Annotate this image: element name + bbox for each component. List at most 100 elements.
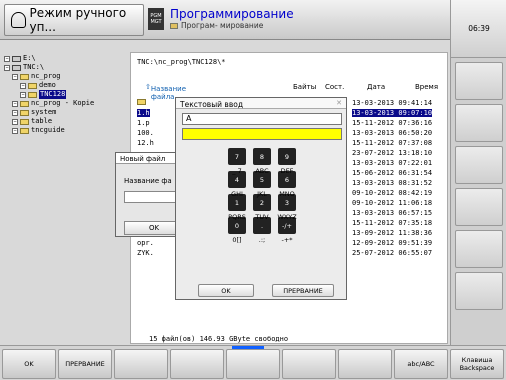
file-name-label: Название фа	[124, 177, 172, 185]
file-datetime: 09-10-2012 08:42:19	[352, 189, 433, 197]
tree-item[interactable]: − E:\	[4, 54, 124, 63]
folder-icon	[20, 100, 29, 107]
vertical-softkey-3[interactable]	[455, 146, 503, 184]
file-datetime: 15-11-2012 07:36:16	[352, 119, 433, 127]
file-name: 1.h	[137, 109, 150, 117]
file-datetime: 13-03-2013 09:07:10	[352, 109, 433, 117]
close-icon[interactable]: ✕	[336, 99, 342, 107]
text-input-dialog: Текстовый ввод ✕ A 7 8 9 4 5 6 1 2 3 0. -/+ _ 7 ABC D…	[175, 97, 347, 300]
column-bytes[interactable]: Байты	[293, 83, 316, 91]
tree-item[interactable]: − nc_prog - Kopie	[4, 99, 124, 108]
tree-item-label: table	[31, 117, 53, 125]
file-datetime: 13-03-2013 07:22:01	[352, 159, 433, 167]
tree-item[interactable]: − system	[4, 108, 124, 117]
expand-toggle-icon[interactable]: −	[4, 64, 10, 71]
tree-item-label: system	[31, 108, 57, 116]
file-datetime: 15-11-2012 07:37:08	[352, 139, 433, 147]
column-state[interactable]: Сост.	[325, 83, 344, 91]
mode-programming: PGM MGT Программирование Програм- мирова…	[148, 8, 294, 30]
tree-item[interactable]: − nc_prog	[4, 72, 124, 81]
softkey-4[interactable]	[170, 349, 224, 379]
clock: 06:39	[451, 0, 506, 58]
folder-icon	[28, 82, 37, 89]
folder-icon	[28, 91, 37, 98]
softkey-1[interactable]: OK	[2, 349, 56, 379]
tree-item-label: tncguide	[31, 126, 65, 134]
mode-programming-title: Программирование	[170, 7, 294, 21]
column-time[interactable]: Время	[415, 83, 438, 91]
expand-toggle-icon[interactable]: −	[20, 91, 26, 98]
softkey-7[interactable]	[338, 349, 392, 379]
mode-manual-button[interactable]: Режим ручного уп...	[4, 4, 144, 36]
tree-item[interactable]: − TNC128	[4, 90, 124, 99]
file-datetime: 15-06-2012 06:31:54	[352, 169, 433, 177]
tree-item[interactable]: − tncguide	[4, 126, 124, 135]
file-list-header: ⇧ Название файла Байты Сост. Дата Время	[131, 81, 449, 101]
file-datetime: 12-09-2012 09:51:39	[352, 239, 433, 247]
drive-icon	[12, 55, 21, 62]
file-name: opr.	[137, 239, 154, 247]
free-space-status: 15 файл(ов) 146.93 GByte свободно	[149, 335, 289, 343]
text-input-highlight	[182, 128, 342, 140]
file-datetime: 09-10-2012 11:06:18	[352, 199, 433, 207]
column-name[interactable]: ⇧ Название файла	[145, 83, 186, 101]
current-path: TNC:\nc_prog\TNC128\*	[137, 58, 226, 66]
softkey-9[interactable]: Клавиша Backspace	[450, 349, 504, 379]
expand-toggle-icon[interactable]: −	[12, 118, 18, 125]
file-datetime: 13-03-2013 08:31:52	[352, 179, 433, 187]
expand-toggle-icon[interactable]: −	[12, 100, 18, 107]
file-datetime: 13-03-2013 06:57:15	[352, 209, 433, 217]
expand-toggle-icon[interactable]: −	[12, 109, 18, 116]
tree-item[interactable]: − table	[4, 117, 124, 126]
file-name	[137, 99, 146, 107]
file-datetime: 25-07-2012 06:55:07	[352, 249, 433, 257]
expand-toggle-icon[interactable]: −	[12, 127, 18, 134]
keyboard-ok-button[interactable]: OK	[198, 284, 254, 297]
tree-item[interactable]: − demo	[4, 81, 124, 90]
hand-icon	[11, 12, 26, 28]
pgm-mgt-icon: PGM MGT	[148, 8, 164, 30]
drive-icon	[12, 64, 21, 71]
softkey-6[interactable]	[282, 349, 336, 379]
folder-icon	[20, 127, 29, 134]
vertical-softkey-4[interactable]	[455, 188, 503, 226]
column-date[interactable]: Дата	[367, 83, 385, 91]
folder-icon	[20, 109, 29, 116]
mode-manual-label: Режим ручного уп...	[29, 6, 127, 34]
softkey-2[interactable]: ПРЕРВАНИЕ	[58, 349, 112, 379]
text-input-dialog-title: Текстовый ввод ✕	[176, 98, 346, 109]
folder-icon	[20, 118, 29, 125]
vertical-softkey-1[interactable]	[455, 62, 503, 100]
tree-item[interactable]: − TNC:\	[4, 63, 124, 72]
file-name: 100.	[137, 129, 154, 137]
file-name: ZYK.	[137, 249, 154, 257]
keypad-key[interactable]: 9	[278, 148, 296, 165]
vertical-softkey-panel: 06:39	[450, 0, 506, 345]
keypad-key[interactable]: 7	[228, 148, 246, 165]
expand-toggle-icon[interactable]: −	[4, 55, 10, 62]
softkey-8[interactable]: abc/ABC	[394, 349, 448, 379]
parent-folder-icon	[137, 99, 146, 105]
mode-programming-sub-label: Програм- мирование	[181, 21, 264, 30]
top-bar: Режим ручного уп... PGM MGT Программиров…	[0, 0, 450, 40]
keypad-letter-label: -+*	[281, 236, 293, 244]
file-datetime: 13-09-2012 11:38:36	[352, 229, 433, 237]
tree-item-label: nc_prog - Kopie	[31, 99, 95, 107]
text-input-field[interactable]: A	[182, 113, 342, 125]
directory-tree: − E:\ − TNC:\ − nc_prog − demo − TNC128− nc_prog -…	[4, 54, 124, 135]
keyboard-cancel-button[interactable]: ПРЕРВАНИЕ	[272, 284, 334, 297]
mode-programming-sub: Програм- мирование	[170, 21, 294, 30]
keypad-letter-label: MNO	[279, 190, 295, 198]
file-datetime: 13-03-2013 09:41:14	[352, 99, 433, 107]
keypad-letter-label: DEF	[280, 167, 294, 175]
vertical-softkey-2[interactable]	[455, 104, 503, 142]
expand-toggle-icon[interactable]: −	[12, 73, 18, 80]
keypad-letter-label: WXYZ	[277, 213, 297, 221]
vertical-softkey-6[interactable]	[455, 272, 503, 310]
folder-icon	[20, 73, 29, 80]
softkey-3[interactable]	[114, 349, 168, 379]
softkey-5[interactable]	[226, 349, 280, 379]
keypad-key[interactable]: 8	[253, 148, 271, 165]
vertical-softkey-5[interactable]	[455, 230, 503, 268]
expand-toggle-icon[interactable]: −	[20, 82, 26, 89]
